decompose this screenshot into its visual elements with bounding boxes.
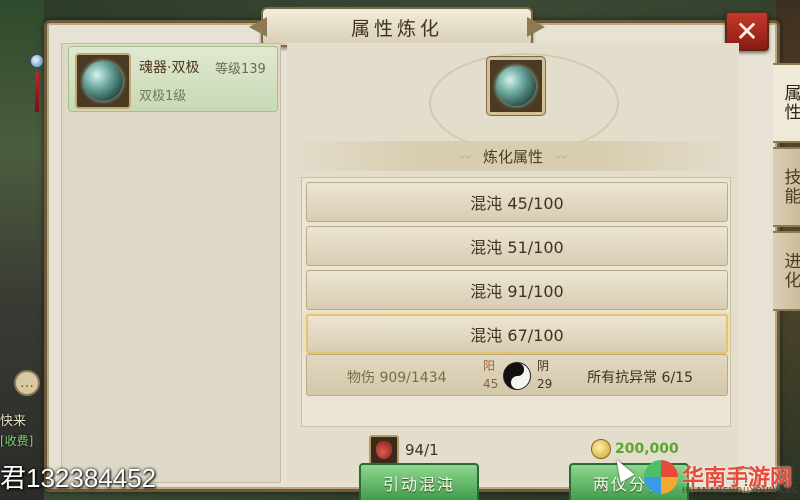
item-level: 等级139 [215,62,266,77]
swirl-ornament-icon: 〰 [555,149,568,164]
attribute-label: 混沌 45/100 [470,194,564,213]
tab-label: 进化 [780,252,800,290]
attribute-row-2[interactable]: 混沌 51/100 [306,226,728,266]
attribute-row-3[interactable]: 混沌 91/100 [306,270,728,310]
watermark-logo-icon [644,460,678,494]
yin-value: 29 [537,377,553,391]
section-title: 炼化属性 [482,147,543,166]
material-count: 94/1 [405,441,439,459]
yin-label: 阴 [537,359,550,373]
gold-coin-icon [591,439,611,459]
guide-chaos-label: 引动混沌 [382,475,455,494]
attribute-row-4[interactable]: 混沌 67/100 [306,314,728,354]
stats-row: 物伤 909/1434 阳 45 阴 29 所有抗异常 6/15 [306,354,728,396]
yin-yang-icon [503,362,531,390]
watermark-subtext: HUANANSHOUYOUWANG [682,486,799,495]
potion-icon [376,441,392,459]
attribute-label: 混沌 67/100 [470,326,564,345]
soul-orb-icon [83,61,123,101]
soul-orb-icon [496,66,536,106]
attribute-refine-window: 属性炼化 ✕ 魂器·双极 等级139 双极1级 〰 炼化属性 〰 混沌 45/1… [44,7,800,500]
physical-damage-stat: 物伤 909/1434 [347,370,447,386]
guide-chaos-button[interactable]: 引动混沌 [359,463,479,500]
yang-value: 45 [483,377,499,391]
section-header: 〰 炼化属性 〰 [287,141,739,171]
tab-evolve[interactable]: 进化 [773,231,800,311]
item-card-selected[interactable]: 魂器·双极 等级139 双极1级 [68,46,278,112]
tab-skills[interactable]: 技能 [773,147,800,227]
item-grade: 双极1级 [139,89,187,104]
tab-attributes[interactable]: 属性 [773,63,800,143]
tab-label: 属性 [780,84,800,122]
resistance-stat: 所有抗异常 6/15 [587,370,693,386]
item-name: 魂器·双极 [139,60,200,76]
amulet-decoration [30,50,44,130]
overlay-id-text: 君132384452 [0,463,157,493]
window-title-plate: 属性炼化 [261,7,533,47]
equipped-item-slot[interactable] [487,57,545,115]
watermark: 华南手游网 HUANANSHOUYOUWANG [640,454,800,500]
swirl-ornament-icon: 〰 [458,149,471,164]
attribute-label: 混沌 91/100 [470,282,564,301]
attribute-label: 混沌 51/100 [470,238,564,257]
chat-bubble-icon[interactable]: … [14,370,40,396]
tab-label: 技能 [780,168,800,206]
refine-area: 〰 炼化属性 〰 混沌 45/100 混沌 51/100 混沌 91/100 混… [287,43,759,500]
window-title: 属性炼化 [350,17,443,40]
attribute-row-1[interactable]: 混沌 45/100 [306,182,728,222]
item-list: 魂器·双极 等级139 双极1级 [61,43,281,483]
attribute-list: 混沌 45/100 混沌 51/100 混沌 91/100 混沌 67/100 … [301,177,731,427]
material-slot[interactable] [369,435,399,465]
yang-label: 阳 [483,359,496,373]
item-icon-frame [75,53,131,109]
